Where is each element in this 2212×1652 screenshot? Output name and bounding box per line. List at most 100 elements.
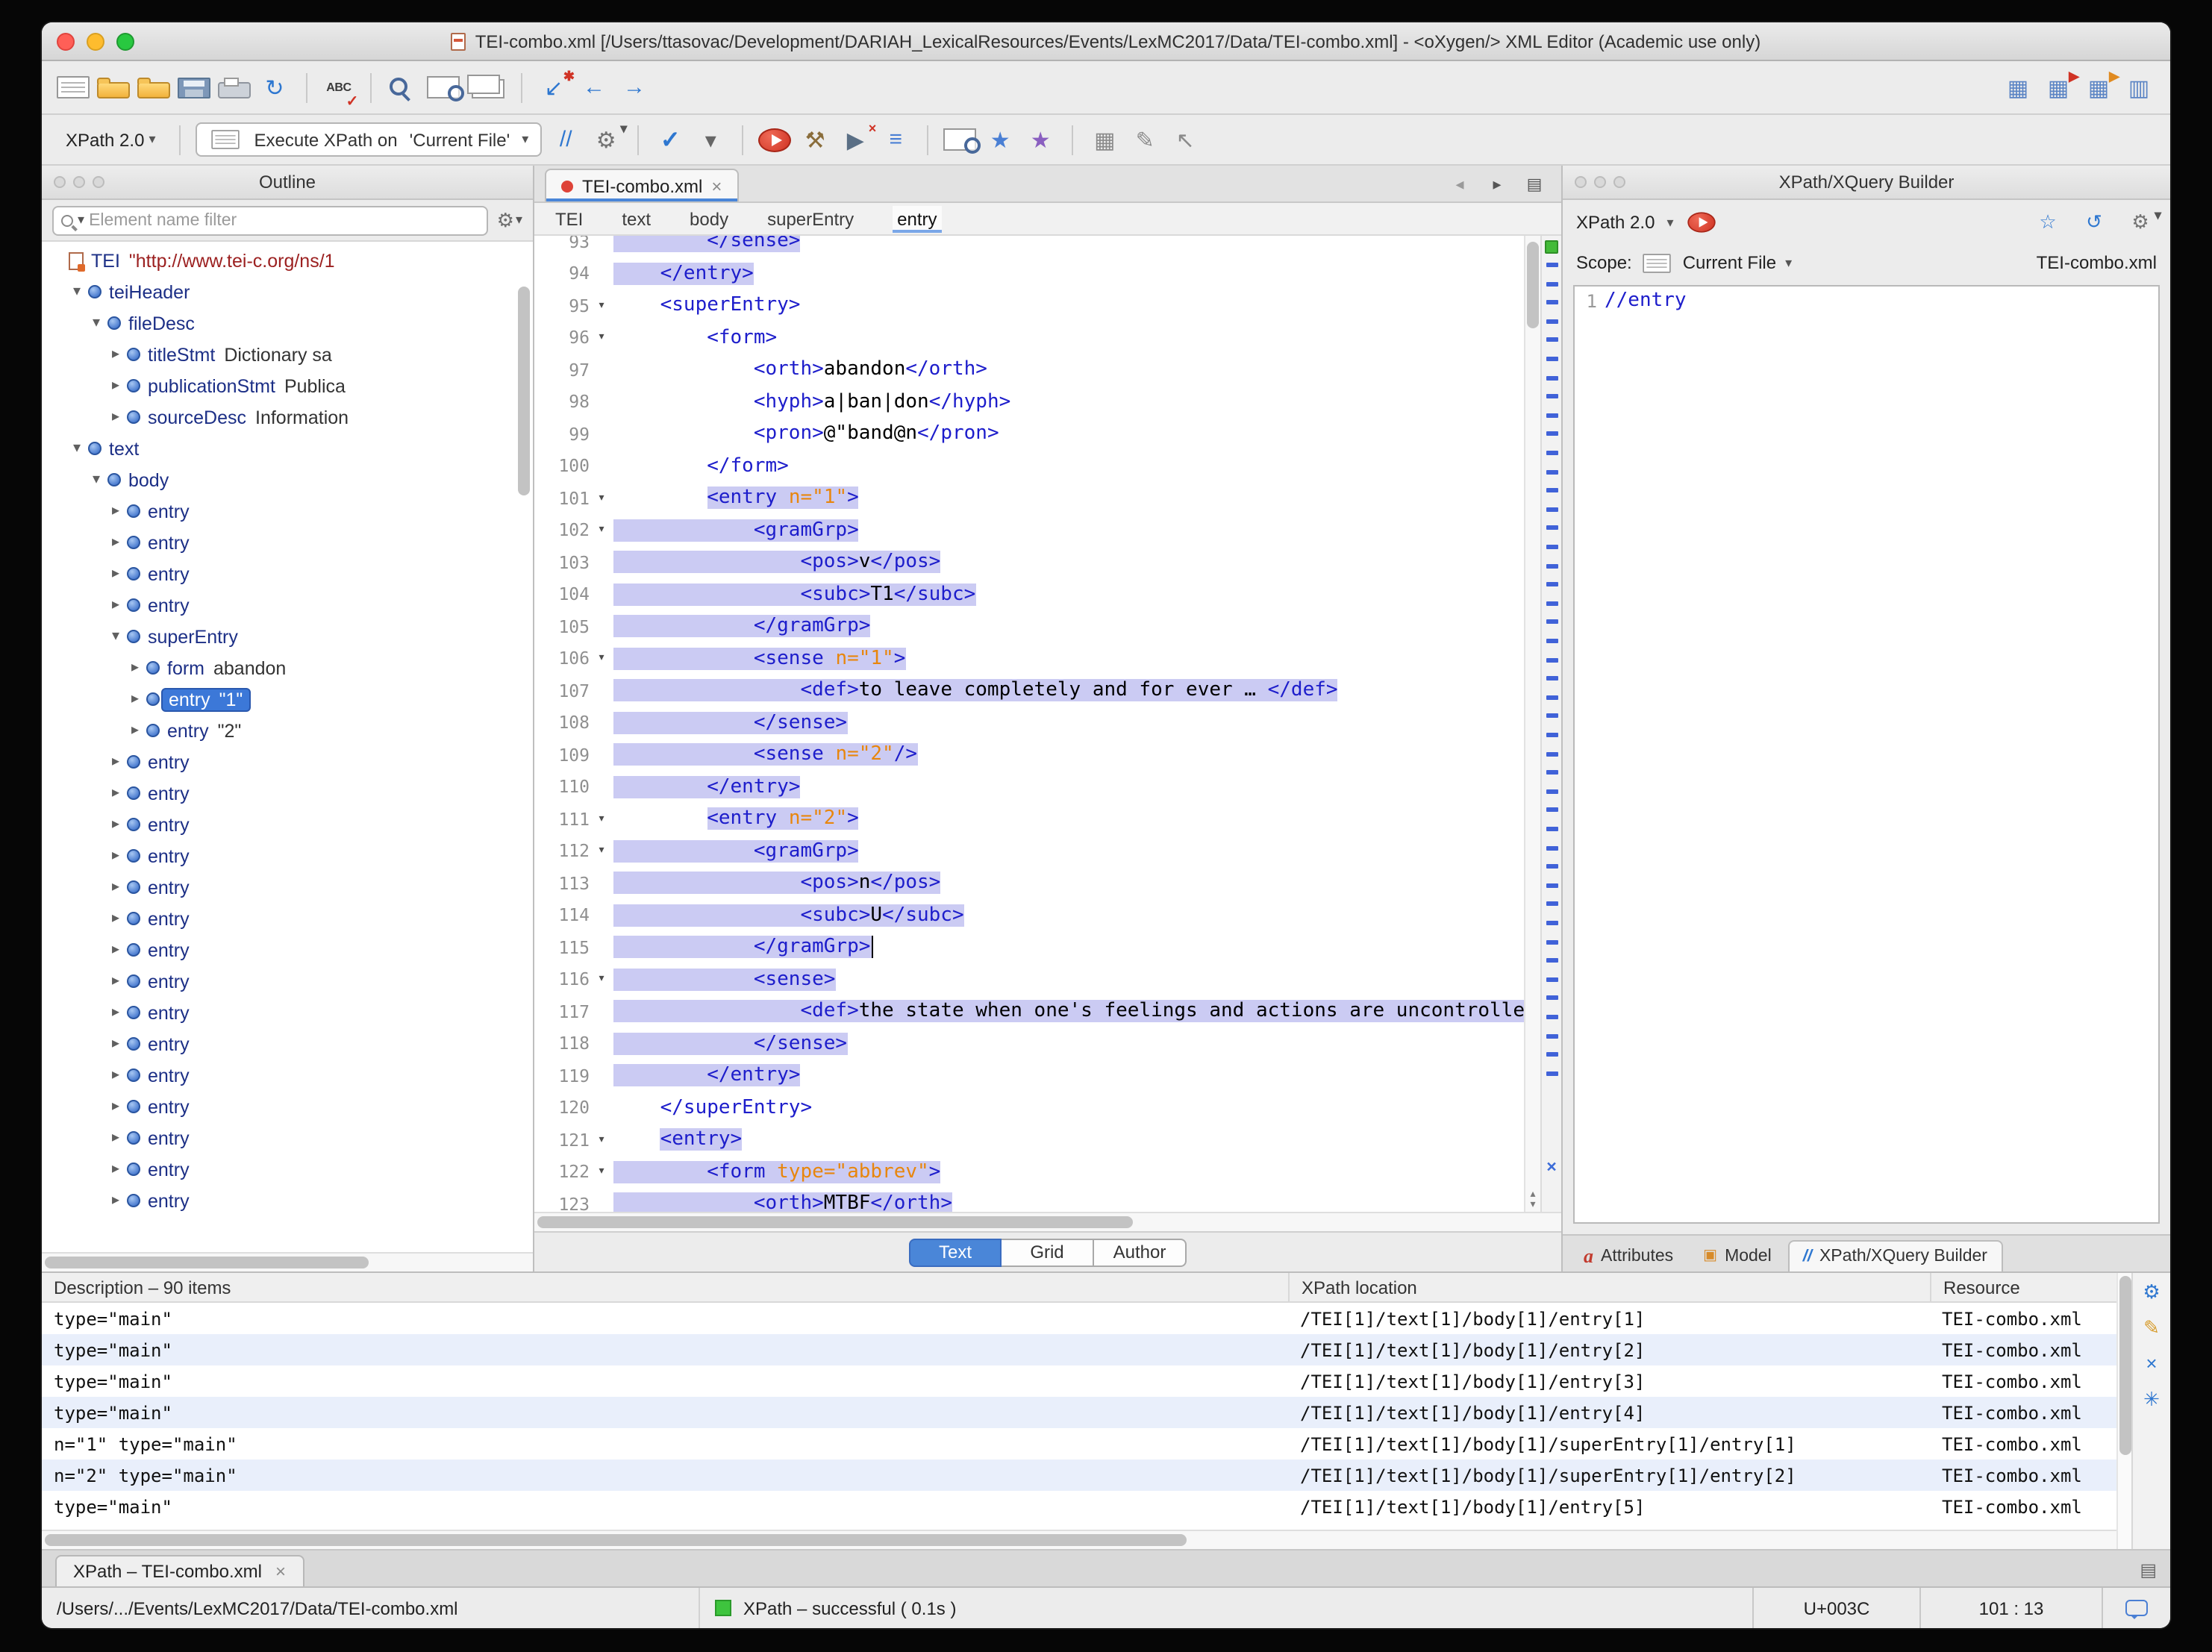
panel-tab-xpath[interactable]: //XPath/XQuery Builder (1788, 1240, 2002, 1271)
zoom-window-button[interactable] (116, 33, 134, 51)
result-row[interactable]: type="main"/TEI[1]/text[1]/body[1]/entry… (42, 1365, 2116, 1397)
open-url-icon[interactable] (137, 82, 170, 98)
close-tab-icon[interactable]: × (275, 1561, 286, 1582)
minimize-window-button[interactable] (87, 33, 104, 51)
tree-collapsed-arrow[interactable]: ▸ (106, 1067, 125, 1083)
outline-node-form[interactable]: ▸formabandon (42, 652, 515, 683)
back-icon[interactable]: ← (578, 69, 610, 105)
scrollbar-thumb[interactable] (537, 1216, 1133, 1228)
element-filter-input[interactable] (89, 211, 479, 229)
find-replace-icon[interactable] (387, 75, 419, 100)
last-edit-location-icon[interactable]: ↙✱ (537, 69, 570, 105)
result-row[interactable]: n="2" type="main"/TEI[1]/text[1]/body[1]… (42, 1459, 2116, 1491)
reload-icon[interactable]: ↻ (258, 69, 291, 105)
code-line-103[interactable]: 103 <pos>v</pos> (534, 546, 1524, 578)
code-line-115[interactable]: 115 </gramGrp> (534, 931, 1524, 963)
tree-collapsed-arrow[interactable]: ▸ (106, 597, 125, 613)
scrollbar-thumb[interactable] (1527, 242, 1539, 328)
outline-panel-header[interactable]: Outline (42, 166, 533, 200)
outline-node-entry[interactable]: ▸entry (42, 966, 515, 997)
outline-node-entry[interactable]: ▸entry (42, 934, 515, 966)
tree-collapsed-arrow[interactable]: ▸ (106, 1130, 125, 1146)
mode-grid-button[interactable]: Grid (1002, 1238, 1094, 1266)
tree-collapsed-arrow[interactable]: ▸ (106, 973, 125, 989)
scrollbar-arrows-icon[interactable]: ▴▾ (1525, 1189, 1540, 1210)
title-bar[interactable]: TEI-combo.xml [/Users/ttasovac/Developme… (42, 22, 2170, 61)
outline-node-entry[interactable]: ▸entry (42, 777, 515, 809)
outline-node-entry[interactable]: ▸entry (42, 589, 515, 621)
editor-tab[interactable]: TEI-combo.xml × (545, 169, 738, 201)
code-line-109[interactable]: 109 <sense n="2"/> (534, 739, 1524, 771)
tree-collapsed-arrow[interactable]: ▸ (106, 503, 125, 519)
builder-version-label[interactable]: XPath 2.0 (1576, 212, 1655, 233)
spell-check-icon[interactable]: ABC (322, 69, 355, 105)
code-line-105[interactable]: 105 </gramGrp> (534, 610, 1524, 642)
outline-node-fileDesc[interactable]: ▾fileDesc (42, 307, 515, 339)
validate-document-icon[interactable]: ✓ (654, 122, 687, 157)
code-line-98[interactable]: 98 <hyph>a|ban|don</hyph> (534, 386, 1524, 418)
code-line-106[interactable]: 106▾ <sense n="1"> (534, 642, 1524, 675)
code-line-108[interactable]: 108 </sense> (534, 707, 1524, 739)
result-row[interactable]: type="main"/TEI[1]/text[1]/body[1]/entry… (42, 1491, 2116, 1522)
tree-expanded-arrow[interactable]: ▾ (106, 628, 125, 645)
compare-files-icon[interactable] (467, 75, 500, 94)
fold-toggle-icon[interactable]: ▾ (590, 331, 613, 345)
outline-node-titleStmt[interactable]: ▸titleStmtDictionary sa (42, 339, 515, 370)
tree-collapsed-arrow[interactable]: ▸ (106, 754, 125, 770)
result-row[interactable]: type="main"/TEI[1]/text[1]/body[1]/entry… (42, 1397, 2116, 1428)
run-xpath-button[interactable] (1688, 212, 1716, 232)
forward-icon[interactable]: → (618, 69, 651, 105)
panel-tab-model[interactable]: ▣Model (1690, 1240, 1785, 1271)
outline-node-teiHeader[interactable]: ▾teiHeader (42, 276, 515, 307)
editor-vertical-scrollbar[interactable]: ▴▾ (1524, 236, 1540, 1212)
outline-settings-button[interactable]: ⚙▾ (497, 208, 522, 232)
workspace-layout-icon[interactable]: ▥ (2122, 69, 2155, 105)
outline-node-sourceDesc[interactable]: ▸sourceDescInformation (42, 401, 515, 433)
result-row[interactable]: n="1" type="main"/TEI[1]/text[1]/body[1]… (42, 1428, 2116, 1459)
xslt-debugger-icon[interactable]: ▦▶ (2042, 69, 2075, 105)
code-line-121[interactable]: 121▾ <entry> (534, 1124, 1524, 1156)
xpath-query-text[interactable]: //entry (1605, 287, 1687, 312)
results-horizontal-scrollbar[interactable] (42, 1530, 2116, 1549)
outline-node-entry[interactable]: ▸entry (42, 1185, 515, 1216)
fold-toggle-icon[interactable]: ▾ (590, 844, 613, 859)
breadcrumb-item-text[interactable]: text (622, 208, 651, 229)
print-icon[interactable] (218, 82, 251, 98)
code-line-93[interactable]: 93 </sense> (534, 236, 1524, 257)
xpath-query-editor[interactable]: 1 //entry (1573, 285, 2160, 1224)
tree-collapsed-arrow[interactable]: ▸ (106, 1098, 125, 1115)
outline-horizontal-scrollbar[interactable] (42, 1252, 533, 1271)
cursor-tool-icon[interactable]: ↖ (1169, 122, 1202, 157)
code-line-116[interactable]: 116▾ <sense> (534, 963, 1524, 995)
code-line-110[interactable]: 110 </entry> (534, 771, 1524, 803)
code-line-122[interactable]: 122▾ <form type="abbrev"> (534, 1156, 1524, 1188)
code-line-111[interactable]: 111▾ <entry n="2"> (534, 803, 1524, 835)
overview-ruler[interactable]: ✕ (1540, 236, 1561, 1212)
xpath-builder-header[interactable]: XPath/XQuery Builder (1563, 166, 2170, 200)
configure-transformation-icon[interactable]: ⚒ (799, 122, 831, 157)
results-column-description[interactable]: Description – 90 items (42, 1273, 1288, 1301)
open-document-icon[interactable] (97, 82, 130, 98)
breadcrumb-item-body[interactable]: body (690, 208, 728, 229)
results-column-resource[interactable]: Resource (1930, 1273, 2116, 1301)
mode-text-button[interactable]: Text (909, 1238, 1002, 1266)
debug-transformation-icon[interactable]: ▶× (839, 122, 872, 157)
tree-expanded-arrow[interactable]: ▾ (87, 472, 106, 488)
scope-value[interactable]: Current File (1683, 252, 1776, 273)
outline-node-entry[interactable]: ▸entry (42, 527, 515, 558)
panel-tab-attr[interactable]: aAttributes (1570, 1240, 1687, 1271)
code-line-120[interactable]: 120 </superEntry> (534, 1092, 1524, 1124)
preview-icon[interactable] (943, 128, 976, 151)
tree-collapsed-arrow[interactable]: ▸ (106, 785, 125, 801)
outline-node-entry[interactable]: ▸entry (42, 1028, 515, 1060)
code-line-97[interactable]: 97 <orth>abandon</orth> (534, 354, 1524, 386)
tree-collapsed-arrow[interactable]: ▸ (125, 691, 145, 707)
close-window-button[interactable] (57, 33, 75, 51)
outline-node-text[interactable]: ▾text (42, 433, 515, 464)
code-line-112[interactable]: 112▾ <gramGrp> (534, 835, 1524, 867)
code-line-99[interactable]: 99 <pron>@"band@n</pron> (534, 418, 1524, 450)
tree-collapsed-arrow[interactable]: ▸ (106, 534, 125, 551)
favorites-star-icon[interactable]: ☆ (2031, 209, 2064, 236)
results-settings-icon[interactable]: ⚙ (2135, 1280, 2168, 1303)
tree-collapsed-arrow[interactable]: ▸ (106, 942, 125, 958)
